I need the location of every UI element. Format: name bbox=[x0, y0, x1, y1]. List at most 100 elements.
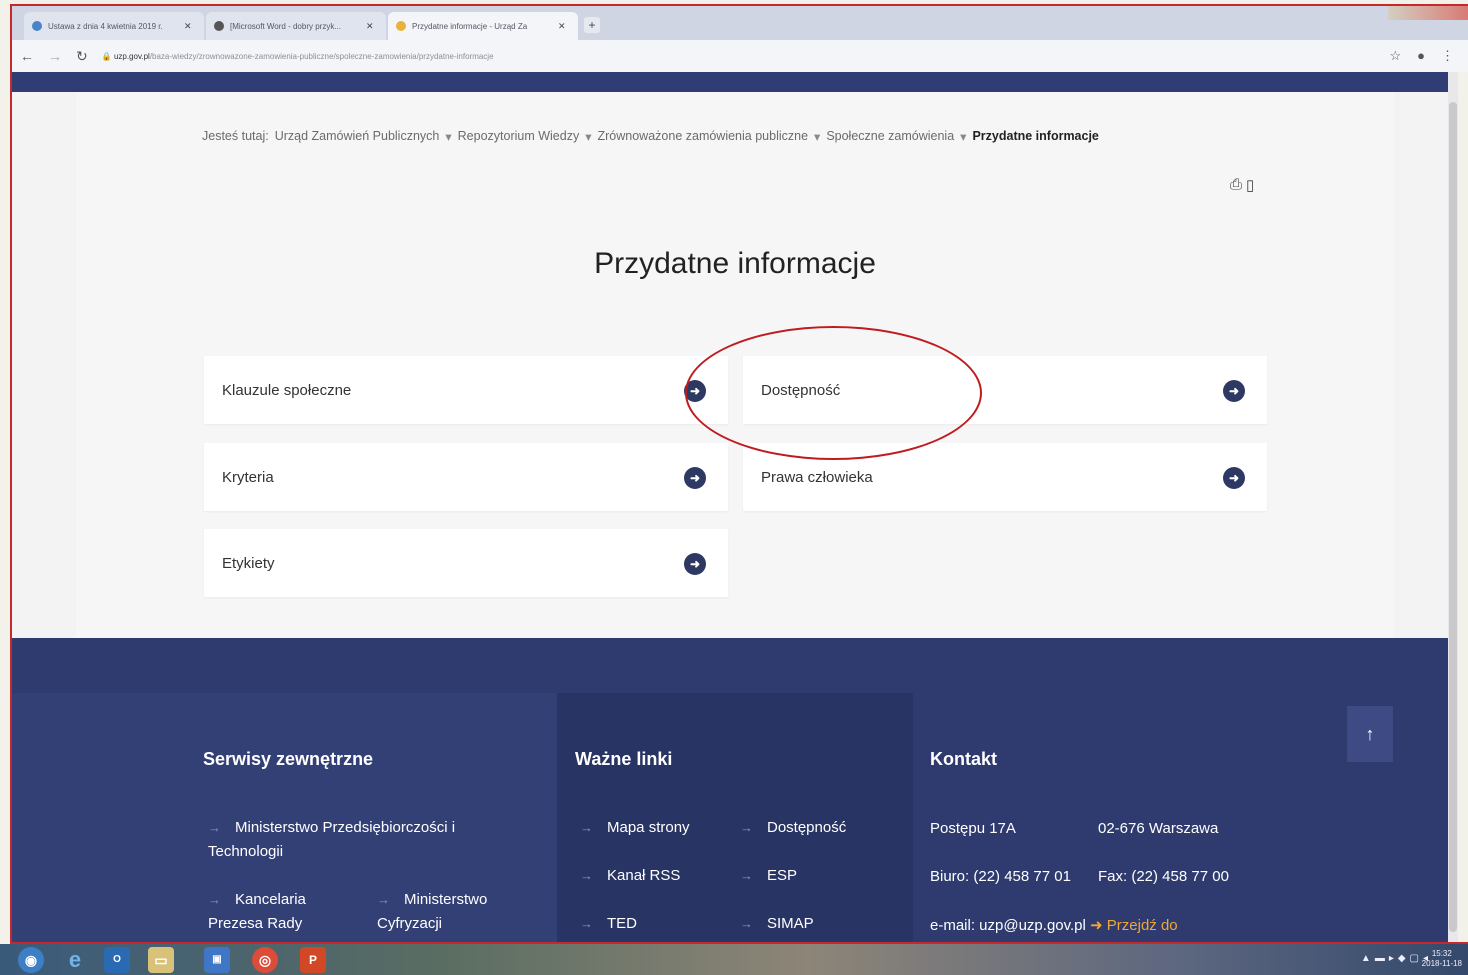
url-field[interactable]: 🔒 uzp.gov.pl/baza-wiedzy/zrownowazone-za… bbox=[102, 52, 494, 61]
footer-link[interactable]: → Kanał RSS bbox=[580, 864, 680, 888]
page-title: Przydatne informacje bbox=[594, 247, 876, 280]
footer-link[interactable]: → Kancelaria Prezesa Rady bbox=[208, 888, 328, 936]
footer-link[interactable]: → ESP bbox=[740, 864, 797, 888]
profile-icon[interactable]: ● bbox=[1417, 48, 1425, 64]
footer-link[interactable]: → Dostępność bbox=[740, 816, 846, 840]
tile-label: Prawa człowieka bbox=[761, 468, 873, 486]
clock-time: 15:32 bbox=[1431, 949, 1452, 958]
arrow-icon: → bbox=[580, 820, 593, 835]
contact-phone: Biuro: (22) 458 77 01 bbox=[930, 868, 1071, 885]
forward-icon[interactable]: → bbox=[48, 48, 62, 65]
taskbar: ◉ e O ▭ ▣ ◎ P ▲▬▸◆▢◂ 15:32 2018-11-18 bbox=[0, 944, 1468, 975]
tile-prawa-czlowieka[interactable]: Prawa człowieka ➜ bbox=[743, 443, 1267, 511]
breadcrumb-prefix: Jesteś tutaj: bbox=[202, 129, 269, 143]
footer-link-label: Kanał RSS bbox=[607, 867, 681, 884]
tile-label: Etykiety bbox=[222, 554, 275, 572]
contact-email[interactable]: e-mail: uzp@uzp.gov.pl bbox=[930, 917, 1086, 934]
tile-etykiety[interactable]: Etykiety ➜ bbox=[204, 529, 728, 597]
web-page: Jesteś tutaj: Urząd Zamówień Publicznych… bbox=[12, 72, 1458, 942]
arrow-right-icon: ➜ bbox=[684, 553, 706, 575]
lock-icon: 🔒 bbox=[101, 51, 112, 61]
internet-explorer-icon[interactable]: e bbox=[62, 947, 88, 973]
breadcrumb-link[interactable]: Urząd Zamówień Publicznych bbox=[275, 129, 440, 144]
arrow-right-icon: ➜ bbox=[1223, 380, 1245, 402]
footer-heading-external: Serwisy zewnętrzne bbox=[203, 749, 374, 769]
tile-label: Dostępność bbox=[761, 381, 841, 399]
clock-date: 2018-11-18 bbox=[1421, 959, 1462, 968]
url-host: uzp.gov.pl bbox=[113, 51, 150, 61]
chevron-down-icon: ▾ bbox=[814, 130, 821, 144]
menu-icon[interactable]: ⋮ bbox=[1441, 48, 1454, 64]
start-icon[interactable]: ◉ bbox=[18, 947, 44, 973]
arrow-icon: → bbox=[740, 868, 753, 883]
tile-klauzule-spoleczne[interactable]: Klauzule społeczne ➜ bbox=[204, 356, 728, 424]
print-icon[interactable]: ⎙ bbox=[1230, 176, 1242, 194]
scroll-top-button[interactable]: ↑ bbox=[1347, 706, 1393, 762]
browser-tab-active[interactable]: Przydatne informacje - Urząd Za ✕ bbox=[388, 12, 578, 40]
tab-label: [Microsoft Word - dobry przyk... bbox=[230, 21, 341, 31]
chrome-icon[interactable]: ◎ bbox=[252, 947, 278, 973]
footer-link[interactable]: → Ministerstwo Cyfryzacji bbox=[377, 888, 507, 936]
breadcrumb-link[interactable]: Społeczne zamówienia bbox=[826, 129, 954, 144]
app-icon[interactable]: ▣ bbox=[204, 947, 230, 973]
chevron-down-icon: ▾ bbox=[960, 130, 967, 144]
arrow-right-icon: ➜ bbox=[684, 380, 706, 402]
tile-label: Kryteria bbox=[222, 468, 274, 486]
arrow-right-icon: ➜ bbox=[684, 467, 706, 489]
tab-label: Ustawa z dnia 4 kwietnia 2019 r. bbox=[48, 21, 163, 31]
close-icon[interactable]: ✕ bbox=[366, 21, 374, 32]
browser-tab-2[interactable]: [Microsoft Word - dobry przyk... ✕ bbox=[206, 12, 386, 40]
footer-link[interactable]: → TED bbox=[580, 912, 637, 936]
close-icon[interactable]: ✕ bbox=[558, 21, 566, 32]
tile-dostepnosc[interactable]: Dostępność ➜ bbox=[743, 356, 1267, 424]
browser-tab-1[interactable]: Ustawa z dnia 4 kwietnia 2019 r. ✕ bbox=[24, 12, 204, 40]
footer-link-label: ESP bbox=[767, 867, 798, 884]
arrow-icon: → bbox=[580, 868, 593, 883]
address-bar: ← → ↻ 🔒 uzp.gov.pl/baza-wiedzy/zrownowaz… bbox=[12, 40, 1468, 72]
footer-link-label: Dostępność bbox=[767, 819, 847, 836]
footer-link-label: Mapa strony bbox=[607, 819, 690, 836]
footer-heading-contact: Kontakt bbox=[930, 749, 997, 769]
browser-tab-bar: Ustawa z dnia 4 kwietnia 2019 r. ✕ [Micr… bbox=[12, 6, 1468, 40]
breadcrumb-link[interactable]: Repozytorium Wiedzy bbox=[458, 129, 580, 144]
window-controls[interactable] bbox=[1388, 6, 1468, 20]
footer-link[interactable]: → SIMAP bbox=[740, 912, 814, 936]
footer-link-label: Ministerstwo Cyfryzacji bbox=[377, 891, 488, 932]
goto-link[interactable]: Przejdź do bbox=[1107, 917, 1178, 934]
footer-link-label: Kancelaria Prezesa Rady bbox=[208, 891, 306, 932]
tile-label: Klauzule społeczne bbox=[222, 381, 352, 399]
page-scrollbar[interactable] bbox=[1448, 72, 1458, 942]
star-icon[interactable]: ☆ bbox=[1389, 48, 1401, 64]
contact-address: Postępu 17A bbox=[930, 820, 1016, 837]
clock[interactable]: 15:32 2018-11-18 bbox=[1422, 949, 1462, 969]
outlook-icon[interactable]: O bbox=[104, 947, 130, 973]
contact-email-row: e-mail: uzp@uzp.gov.pl ➜ Przejdź do bbox=[930, 916, 1178, 934]
arrow-icon: → bbox=[740, 916, 753, 931]
breadcrumb-link[interactable]: Zrównoważone zamówienia publiczne bbox=[598, 129, 809, 144]
back-icon[interactable]: ← bbox=[20, 48, 34, 65]
contact-city: 02-676 Warszawa bbox=[1098, 820, 1219, 837]
arrow-icon: → bbox=[377, 892, 390, 907]
tile-kryteria[interactable]: Kryteria ➜ bbox=[204, 443, 728, 511]
chevron-down-icon: ▾ bbox=[445, 130, 452, 144]
folder-icon[interactable]: ▭ bbox=[148, 947, 174, 973]
arrow-right-icon: ➜ bbox=[1090, 917, 1103, 934]
footer-link-label: Ministerstwo Przedsiębiorczości i Techno… bbox=[208, 819, 456, 860]
page-tools: ⎙ ▯ bbox=[1230, 176, 1254, 194]
pdf-icon[interactable]: ▯ bbox=[1246, 176, 1254, 194]
footer-link[interactable]: → Mapa strony bbox=[580, 816, 690, 840]
arrow-icon: → bbox=[208, 892, 221, 907]
reload-icon[interactable]: ↻ bbox=[76, 48, 88, 65]
site-footer: ↑ Serwisy zewnętrzne → Ministerstwo Przed… bbox=[12, 638, 1448, 942]
contact-fax: Fax: (22) 458 77 00 bbox=[1098, 868, 1229, 885]
footer-link-label: TED bbox=[607, 915, 637, 932]
new-tab-button[interactable]: + bbox=[584, 17, 600, 33]
favicon-icon bbox=[396, 21, 406, 31]
footer-heading-links: Ważne linki bbox=[575, 749, 673, 769]
globe-icon bbox=[32, 21, 42, 31]
powerpoint-icon[interactable]: P bbox=[300, 947, 326, 973]
close-icon[interactable]: ✕ bbox=[184, 21, 192, 32]
arrow-icon: → bbox=[740, 820, 753, 835]
scrollbar-thumb[interactable] bbox=[1449, 102, 1457, 932]
footer-link[interactable]: → Ministerstwo Przedsiębiorczości i Techn… bbox=[208, 816, 498, 864]
